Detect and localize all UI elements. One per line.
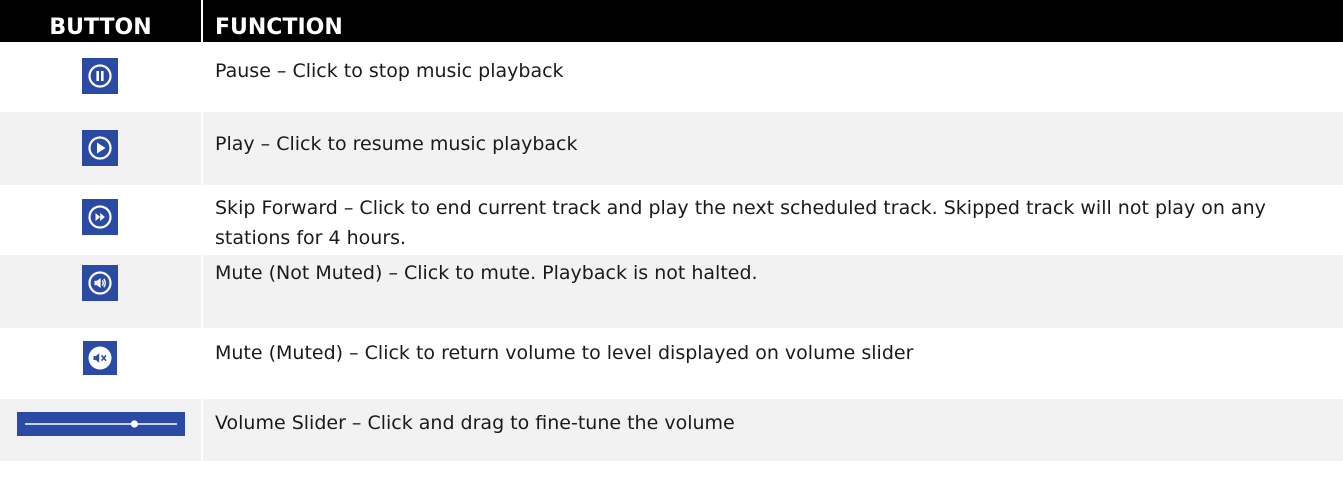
slider-knob[interactable] [130, 420, 138, 428]
skip-forward-icon [88, 205, 112, 229]
pause-icon [88, 64, 112, 88]
volume-icon [88, 271, 112, 295]
header-button: BUTTON [0, 0, 203, 42]
muted-icon [88, 346, 112, 370]
table-row: Play – Click to resume music playback [0, 112, 1343, 185]
table-row: Volume Slider – Click and drag to fine-t… [0, 399, 1343, 461]
row-description: Play – Click to resume music playback [202, 112, 1343, 185]
row-description: Mute (Muted) – Click to return volume to… [215, 342, 914, 364]
pause-button[interactable] [82, 58, 118, 94]
table-row: Pause – Click to stop music playback [0, 42, 1343, 112]
play-icon [88, 136, 112, 160]
button-reference-table: BUTTON FUNCTION Pause – Click to stop mu… [0, 0, 1343, 461]
play-button[interactable] [82, 130, 118, 166]
table-row: Skip Forward – Click to end current trac… [0, 185, 1343, 255]
volume-slider[interactable] [17, 412, 185, 436]
volume-slider-graphic [25, 420, 177, 428]
header-row: BUTTON FUNCTION [0, 0, 1343, 42]
row-description: Skip Forward – Click to end current trac… [215, 197, 1266, 249]
row-description: Pause – Click to stop music playback [215, 60, 564, 82]
table-row: Mute (Muted) – Click to return volume to… [0, 328, 1343, 399]
table-row: Mute (Not Muted) – Click to mute. Playba… [0, 255, 1343, 328]
mute-button[interactable] [82, 265, 118, 301]
row-description: Volume Slider – Click and drag to fine-t… [202, 399, 1343, 461]
unmute-button[interactable] [83, 341, 117, 375]
row-description: Mute (Not Muted) – Click to mute. Playba… [202, 255, 1343, 328]
skip-forward-button[interactable] [82, 199, 118, 235]
header-function: FUNCTION [202, 0, 1343, 42]
